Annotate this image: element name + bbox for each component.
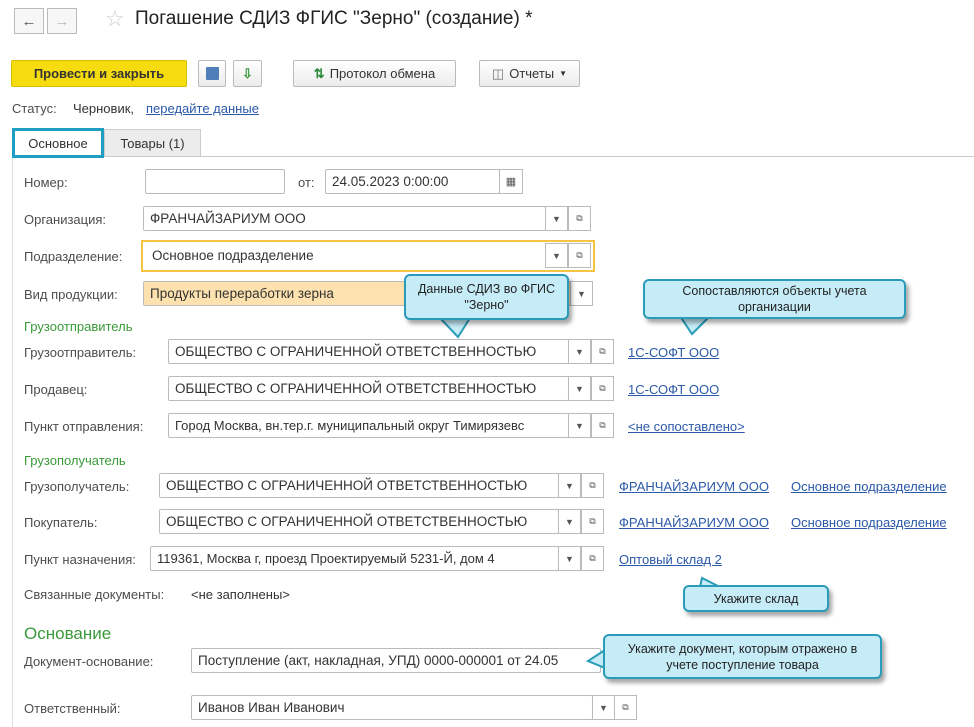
- callout-sdiz: Данные СДИЗ во ФГИС "Зерно": [404, 274, 569, 320]
- callout-document: Укажите документ, которым отражено в уче…: [603, 634, 882, 679]
- callout-warehouse: Укажите склад: [683, 585, 829, 612]
- callout-match: Сопоставляются объекты учета организации: [643, 279, 906, 319]
- callout-sdiz-tail: [437, 315, 721, 670]
